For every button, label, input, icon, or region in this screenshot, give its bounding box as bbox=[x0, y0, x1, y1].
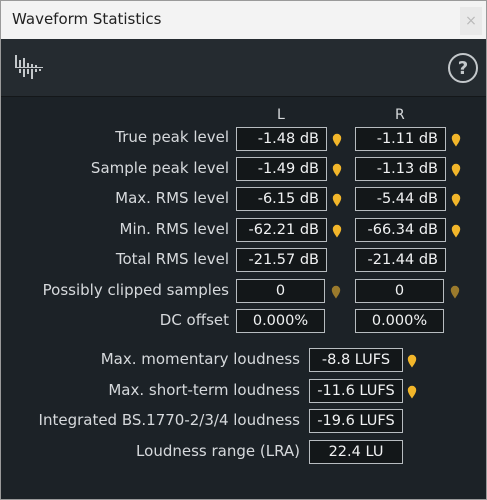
peak-marker-icon[interactable] bbox=[451, 223, 461, 238]
right-value: 0.000% bbox=[355, 309, 444, 333]
row-label: DC offset bbox=[159, 311, 229, 329]
window-title: Waveform Statistics bbox=[12, 10, 162, 28]
peak-marker-icon[interactable] bbox=[451, 162, 461, 177]
left-value: -6.15 dB bbox=[236, 187, 327, 211]
loudness-label: Integrated BS.1770-2/3/4 loudness bbox=[38, 411, 300, 429]
column-header-right: R bbox=[395, 107, 405, 123]
peak-marker-icon[interactable] bbox=[451, 132, 461, 147]
right-value: -5.44 dB bbox=[355, 187, 446, 211]
right-value: -66.34 dB bbox=[355, 218, 446, 242]
loudness-label: Max. short-term loudness bbox=[108, 381, 300, 399]
right-value: -1.13 dB bbox=[355, 157, 446, 181]
right-value: 0 bbox=[355, 279, 444, 303]
waveform-icon[interactable] bbox=[14, 53, 44, 81]
title-bar: Waveform Statistics × bbox=[1, 1, 486, 39]
peak-marker-icon[interactable] bbox=[332, 223, 342, 238]
close-button[interactable]: × bbox=[460, 7, 482, 35]
left-value: -1.49 dB bbox=[236, 157, 327, 181]
loudness-label: Max. momentary loudness bbox=[100, 350, 300, 368]
help-icon[interactable]: ? bbox=[448, 53, 478, 83]
loudness-marker-icon[interactable] bbox=[407, 384, 417, 399]
column-header-left: L bbox=[277, 107, 285, 123]
waveform-statistics-window: Waveform Statistics × ? L R True peak le… bbox=[0, 0, 487, 500]
clip-marker-icon[interactable] bbox=[331, 284, 341, 299]
left-value: 0.000% bbox=[236, 309, 325, 333]
loudness-value: -19.6 LUFS bbox=[309, 409, 403, 433]
loudness-value: -11.6 LUFS bbox=[309, 379, 403, 403]
clip-marker-icon[interactable] bbox=[450, 284, 460, 299]
row-label: Sample peak level bbox=[90, 159, 229, 177]
loudness-value: 22.4 LU bbox=[309, 440, 403, 464]
peak-marker-icon[interactable] bbox=[332, 192, 342, 207]
left-value: -21.57 dB bbox=[236, 248, 327, 272]
peak-marker-icon[interactable] bbox=[451, 192, 461, 207]
peak-marker-icon[interactable] bbox=[332, 132, 342, 147]
statistics-panel: L R True peak level -1.48 dB -1.11 dB Sa… bbox=[1, 97, 486, 499]
right-value: -1.11 dB bbox=[355, 127, 446, 151]
right-value: -21.44 dB bbox=[355, 248, 446, 272]
row-label: Possibly clipped samples bbox=[42, 281, 229, 299]
peak-marker-icon[interactable] bbox=[332, 162, 342, 177]
left-value: -1.48 dB bbox=[236, 127, 327, 151]
left-value: 0 bbox=[236, 279, 325, 303]
toolbar: ? bbox=[1, 39, 486, 97]
row-label: Max. RMS level bbox=[115, 189, 229, 207]
loudness-value: -8.8 LUFS bbox=[309, 348, 403, 372]
row-label: True peak level bbox=[115, 128, 229, 146]
row-label: Total RMS level bbox=[115, 250, 229, 268]
loudness-marker-icon[interactable] bbox=[407, 353, 417, 368]
row-label: Min. RMS level bbox=[119, 220, 229, 238]
left-value: -62.21 dB bbox=[236, 218, 327, 242]
loudness-label: Loudness range (LRA) bbox=[136, 442, 300, 460]
